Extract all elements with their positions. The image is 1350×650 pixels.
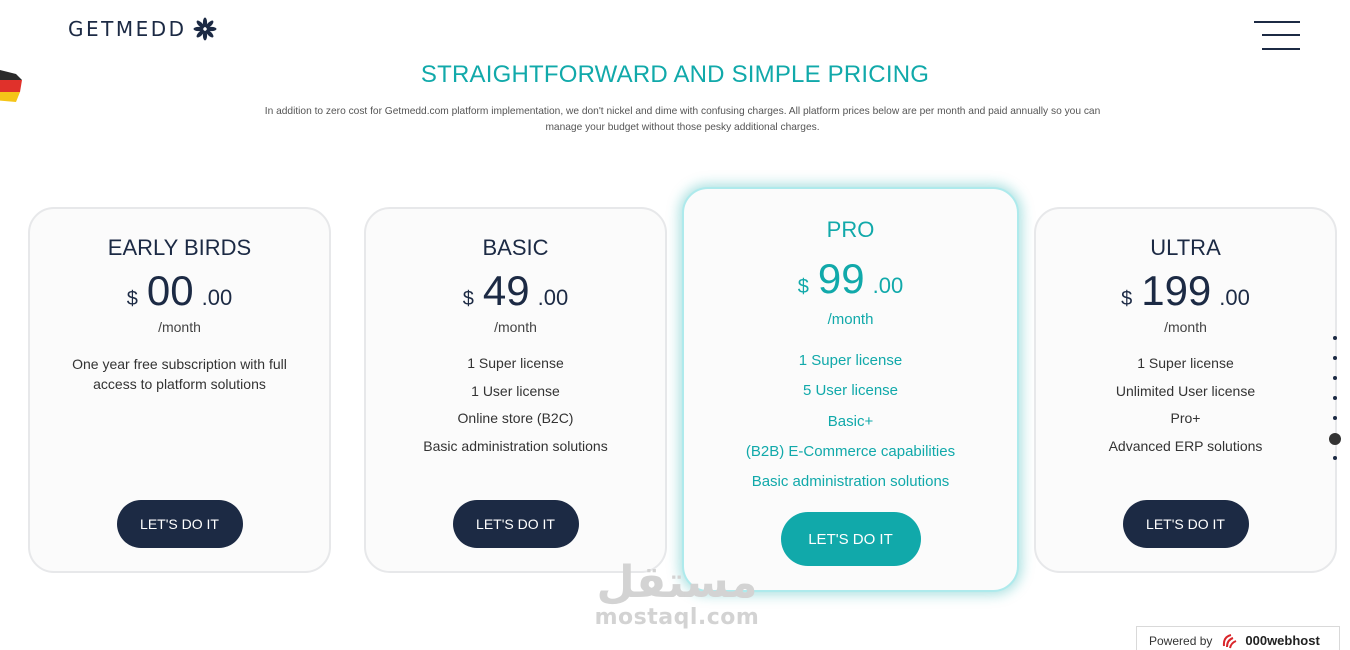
- section-nav-dot-active[interactable]: [1329, 433, 1341, 445]
- feature-item: 1 User license: [471, 382, 560, 399]
- price-currency: $: [462, 288, 474, 310]
- feature-item: Unlimited User license: [1115, 382, 1256, 399]
- section-nav-dot[interactable]: [1333, 336, 1337, 340]
- lets-do-it-button[interactable]: LET'S DO IT: [780, 512, 921, 566]
- feature-item: Basic administration solutions: [751, 473, 950, 491]
- feature-item: Basic administration solutions: [423, 437, 608, 454]
- plan-period: /month: [1164, 319, 1207, 335]
- lets-do-it-button[interactable]: LET'S DO IT: [452, 500, 579, 548]
- price-decimals: .00: [872, 273, 904, 298]
- 000webhost-logo-icon: [1223, 633, 1237, 648]
- feature-item: Advanced ERP solutions: [1108, 437, 1263, 454]
- pricing-title: STRAIGHTFORWARD AND SIMPLE PRICING: [420, 61, 930, 88]
- plan-name: ULTRA: [1150, 235, 1221, 260]
- powered-by-host: 000webhost: [1245, 633, 1320, 648]
- section-nav-dot[interactable]: [1333, 456, 1337, 460]
- feature-item: 1 Super license: [798, 352, 903, 369]
- price-amount: 199: [1141, 267, 1212, 314]
- feature-item: Pro+: [1170, 410, 1201, 426]
- plan-description-line1: One year free subscription with full: [72, 356, 287, 372]
- feature-item: Online store (B2C): [457, 410, 574, 426]
- logo[interactable]: GETMEDD: [68, 17, 217, 41]
- logo-text: GETMEDD: [68, 17, 187, 41]
- pricing-intro-line1: In addition to zero cost for Getmedd.com…: [264, 106, 1101, 117]
- plan-period: /month: [827, 311, 874, 328]
- plan-name: PRO: [826, 217, 875, 242]
- pricing-intro-line2: manage your budget without those pesky a…: [545, 122, 820, 133]
- feature-item: 1 Super license: [1137, 355, 1234, 371]
- plan-name: EARLY BIRDS: [107, 235, 252, 260]
- plan-period: /month: [494, 319, 537, 335]
- price-amount: 00: [146, 267, 194, 314]
- plan-description-line2: access to platform solutions: [93, 376, 266, 392]
- plan-card-basic: BASIC $ 49 .00 /month 1 Super license 1 …: [364, 207, 667, 573]
- feature-list: 1 Super license 5 User license Basic+ (B…: [684, 346, 1017, 497]
- price-currency: $: [1121, 288, 1133, 310]
- plan-card-pro: PRO $ 99 .00 /month 1 Super license 5 Us…: [682, 187, 1019, 592]
- powered-by-label: Powered by: [1149, 633, 1213, 648]
- feature-item: 5 User license: [802, 382, 899, 400]
- price-decimals: .00: [201, 285, 233, 310]
- plan-price: $ 199 .00: [1036, 267, 1335, 315]
- price-decimals: .00: [1219, 285, 1250, 310]
- price-amount: 99: [817, 255, 865, 302]
- section-nav-dot[interactable]: [1333, 396, 1337, 400]
- feature-list: 1 Super license Unlimited User license P…: [1036, 350, 1335, 460]
- section-nav-dot[interactable]: [1333, 356, 1337, 360]
- feature-list: 1 Super license 1 User license Online st…: [366, 350, 665, 460]
- price-currency: $: [797, 276, 809, 298]
- plan-price: $ 00 .00: [30, 267, 329, 315]
- watermark: مستقل mostaql.com: [592, 560, 762, 640]
- feature-item: (B2B) E-Commerce capabilities: [745, 442, 956, 460]
- plan-card-early-birds: EARLY BIRDS $ 00 .00 /month One year fre…: [28, 207, 331, 573]
- feature-item: 1 Super license: [467, 355, 564, 371]
- price-amount: 49: [482, 267, 530, 314]
- asterisk-flower-icon: [193, 17, 217, 41]
- hamburger-menu-icon[interactable]: [1254, 21, 1300, 53]
- section-nav-dot[interactable]: [1333, 416, 1337, 420]
- section-nav-dot[interactable]: [1333, 376, 1337, 380]
- watermark-arabic: مستقل: [596, 557, 758, 608]
- price-currency: $: [126, 288, 138, 310]
- feature-item: Basic+: [827, 412, 874, 430]
- plan-price: $ 99 .00: [684, 255, 1017, 303]
- plan-price: $ 49 .00: [366, 267, 665, 315]
- plan-period: /month: [158, 319, 201, 335]
- pricing-intro: In addition to zero cost for Getmedd.com…: [225, 104, 1140, 136]
- powered-by-badge[interactable]: Powered by 000webhost: [1136, 626, 1340, 650]
- plan-name: BASIC: [482, 235, 549, 260]
- price-decimals: .00: [537, 285, 569, 310]
- plan-card-ultra: ULTRA $ 199 .00 /month 1 Super license U…: [1034, 207, 1337, 573]
- lets-do-it-button[interactable]: LET'S DO IT: [116, 500, 243, 548]
- plan-description: One year free subscription with full acc…: [70, 354, 289, 394]
- watermark-latin: mostaql.com: [594, 605, 760, 630]
- lets-do-it-button[interactable]: LET'S DO IT: [1122, 500, 1249, 548]
